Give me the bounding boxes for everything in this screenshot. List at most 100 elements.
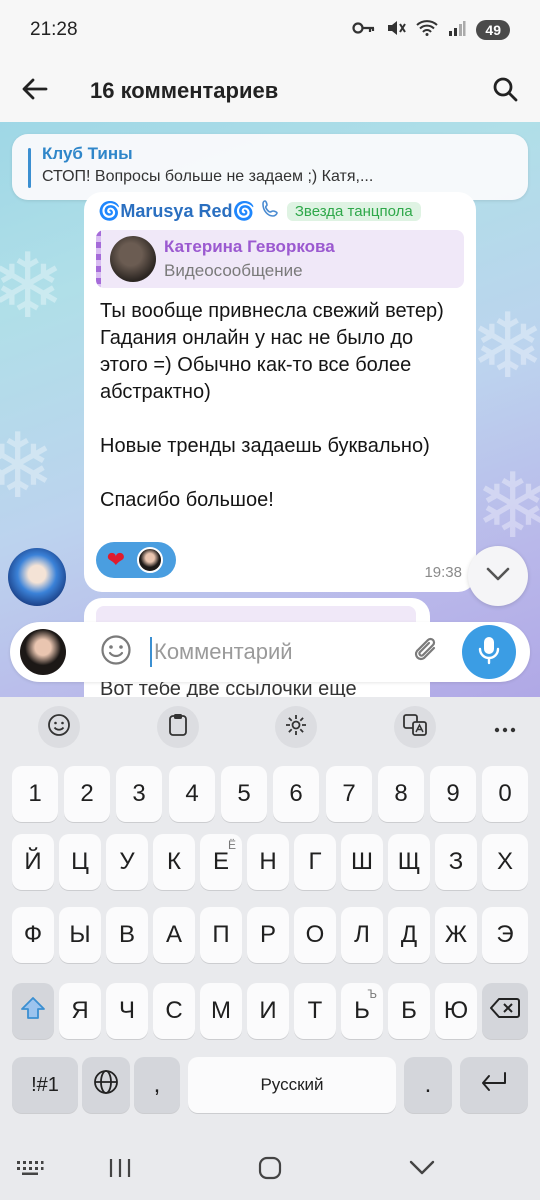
key[interactable]: Ж xyxy=(435,907,477,963)
key-soft-sign[interactable]: Ь Ъ xyxy=(341,983,383,1039)
key[interactable]: Б xyxy=(388,983,430,1039)
key[interactable]: М xyxy=(200,983,242,1039)
space-key[interactable]: Русский xyxy=(188,1057,396,1113)
back-button[interactable] xyxy=(0,60,70,122)
comma-key[interactable]: , xyxy=(134,1057,180,1113)
status-bar: 21:28 49 xyxy=(0,0,540,60)
key[interactable]: Й xyxy=(12,834,54,890)
key[interactable]: И xyxy=(247,983,289,1039)
key[interactable]: Ф xyxy=(12,907,54,963)
key[interactable]: К xyxy=(153,834,195,890)
key[interactable]: З xyxy=(435,834,477,890)
home-button[interactable] xyxy=(250,1155,290,1185)
sender-name[interactable]: 🌀Marusya Red🌀 xyxy=(98,201,255,222)
keyboard-row-function: !#1 , Русский . xyxy=(0,1057,540,1115)
key[interactable]: У xyxy=(106,834,148,890)
message-time: 19:38 xyxy=(424,564,462,581)
key[interactable]: 3 xyxy=(116,766,162,822)
keyboard-row-bottom: Я Ч С М И Т Ь Ъ Б Ю xyxy=(0,983,540,1041)
keyboard-settings-button[interactable] xyxy=(275,706,317,748)
comment-input[interactable] xyxy=(150,637,400,667)
key[interactable]: Р xyxy=(247,907,289,963)
sender-row: 🌀Marusya Red🌀 Звезда танцпола xyxy=(98,200,466,223)
enter-key[interactable] xyxy=(460,1057,528,1113)
key[interactable]: Х xyxy=(482,834,528,890)
keyboard-hide-button[interactable] xyxy=(10,1155,50,1185)
key[interactable]: 4 xyxy=(169,766,215,822)
clipboard-button[interactable] xyxy=(157,706,199,748)
emoji-button[interactable] xyxy=(96,632,136,672)
chevron-down-icon xyxy=(409,1160,435,1181)
more-options-button[interactable] xyxy=(484,706,526,748)
key[interactable]: В xyxy=(106,907,148,963)
shift-arrow-icon xyxy=(20,996,46,1027)
key[interactable]: Э xyxy=(482,907,528,963)
symbols-key[interactable]: !#1 xyxy=(12,1057,78,1113)
key[interactable]: Ц xyxy=(59,834,101,890)
key[interactable]: Г xyxy=(294,834,336,890)
key[interactable]: 0 xyxy=(482,766,528,822)
shift-key[interactable] xyxy=(12,983,54,1039)
key[interactable]: Ш xyxy=(341,834,383,890)
recents-icon xyxy=(108,1158,132,1183)
pinned-title: Клуб Тины xyxy=(42,144,133,163)
keyboard-row-digits: 1 2 3 4 5 6 7 8 9 0 xyxy=(0,766,540,824)
smiley-icon xyxy=(47,713,71,742)
back-nav-button[interactable] xyxy=(402,1155,442,1185)
pinned-text: СТОП! Вопросы больше не задаем ;) Катя,.… xyxy=(42,168,374,185)
avatar[interactable] xyxy=(20,629,66,675)
backspace-icon xyxy=(490,997,520,1026)
recent-apps-button[interactable] xyxy=(100,1155,140,1185)
key[interactable]: Д xyxy=(388,907,430,963)
attach-button[interactable] xyxy=(406,632,446,672)
key-ye[interactable]: Е Ё xyxy=(200,834,242,890)
key[interactable]: Я xyxy=(59,983,101,1039)
globe-icon xyxy=(93,1069,119,1102)
snowflake-decoration-icon: ❄ xyxy=(470,297,540,397)
key[interactable]: 1 xyxy=(12,766,58,822)
reaction-chip[interactable]: ❤ xyxy=(96,542,176,578)
key[interactable]: 2 xyxy=(64,766,110,822)
status-icons: 49 xyxy=(352,19,510,41)
translate-button[interactable] xyxy=(394,706,436,748)
key[interactable]: П xyxy=(200,907,242,963)
avatar[interactable] xyxy=(8,548,66,606)
key[interactable]: Ы xyxy=(59,907,101,963)
search-icon xyxy=(492,76,518,107)
pinned-indicator xyxy=(28,148,31,188)
key[interactable]: О xyxy=(294,907,336,963)
key[interactable]: Н xyxy=(247,834,289,890)
reactor-avatar xyxy=(137,547,163,573)
pinned-message[interactable]: Клуб Тины СТОП! Вопросы больше не задаем… xyxy=(12,134,528,200)
key[interactable]: 5 xyxy=(221,766,267,822)
key[interactable]: Ю xyxy=(435,983,477,1039)
period-key[interactable]: . xyxy=(404,1057,452,1113)
key[interactable]: Т xyxy=(294,983,336,1039)
key-icon xyxy=(352,21,376,39)
key[interactable]: Ч xyxy=(106,983,148,1039)
comments-thread[interactable]: ❄ ❄ ❄ ❄ Клуб Тины СТОП! Вопросы больше н… xyxy=(0,122,540,697)
key[interactable]: 8 xyxy=(378,766,424,822)
snowflake-decoration-icon: ❄ xyxy=(475,457,540,557)
backspace-key[interactable] xyxy=(482,983,528,1039)
search-button[interactable] xyxy=(470,60,540,122)
home-icon xyxy=(258,1156,282,1185)
battery-indicator: 49 xyxy=(476,20,510,40)
language-key[interactable] xyxy=(82,1057,130,1113)
phone-icon xyxy=(261,200,279,223)
key[interactable]: Л xyxy=(341,907,383,963)
key[interactable]: С xyxy=(153,983,195,1039)
key[interactable]: 7 xyxy=(326,766,372,822)
key[interactable]: 9 xyxy=(430,766,476,822)
reply-quote[interactable]: Катерина Геворкова Видеосообщение xyxy=(96,230,464,288)
keyboard-emoji-button[interactable] xyxy=(38,706,80,748)
gear-icon xyxy=(284,713,308,742)
signal-icon xyxy=(448,20,466,40)
voice-record-button[interactable] xyxy=(462,625,516,679)
key[interactable]: Щ xyxy=(388,834,430,890)
key[interactable]: 6 xyxy=(273,766,319,822)
message-bubble[interactable]: 🌀Marusya Red🌀 Звезда танцпола Катерина Г… xyxy=(84,192,476,592)
scroll-down-button[interactable] xyxy=(468,546,528,606)
key[interactable]: А xyxy=(153,907,195,963)
keyboard-toolbar xyxy=(0,697,540,757)
